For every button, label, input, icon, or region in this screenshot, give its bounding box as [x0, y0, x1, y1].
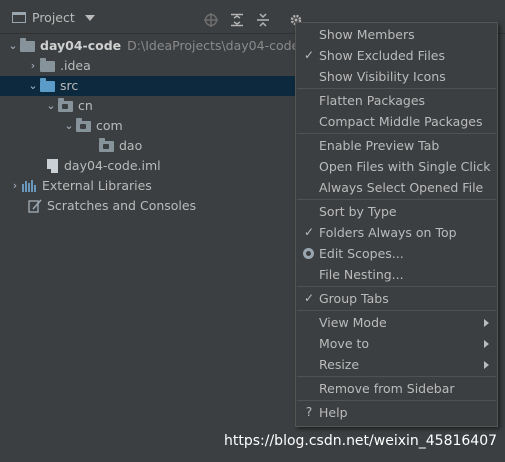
options-popup-menu: Show Members ✓ Show Excluded Files Show V… — [295, 22, 498, 427]
package-icon — [58, 97, 73, 112]
submenu-arrow-icon — [484, 361, 489, 369]
source-folder-icon — [40, 77, 55, 92]
submenu-arrow-icon — [484, 319, 489, 327]
chevron-down-icon[interactable]: ⌄ — [6, 36, 20, 56]
menu-separator — [297, 310, 496, 311]
menu-item-show-members[interactable]: Show Members — [296, 24, 497, 45]
iml-file-icon — [47, 159, 58, 173]
package-icon — [76, 117, 91, 132]
menu-separator — [297, 133, 496, 134]
menu-item-folders-on-top[interactable]: ✓ Folders Always on Top — [296, 222, 497, 243]
chevron-down-icon[interactable]: ⌄ — [26, 76, 40, 96]
menu-item-move-to[interactable]: Move to — [296, 333, 497, 354]
menu-item-remove-from-sidebar[interactable]: Remove from Sidebar — [296, 378, 497, 399]
menu-item-file-nesting[interactable]: File Nesting... — [296, 264, 497, 285]
tree-item-label: day04-code.iml — [64, 158, 161, 173]
tree-item-scratches[interactable]: Scratches and Consoles — [28, 196, 196, 216]
tree-item-idea[interactable]: › .idea — [26, 56, 91, 76]
package-icon — [99, 137, 114, 152]
module-path: D:\IdeaProjects\day04-code — [127, 38, 300, 53]
collapse-all-icon[interactable] — [256, 13, 270, 27]
menu-item-resize[interactable]: Resize — [296, 354, 497, 375]
menu-item-show-visibility-icons[interactable]: Show Visibility Icons — [296, 66, 497, 87]
target-icon[interactable] — [204, 13, 218, 27]
check-icon: ✓ — [303, 225, 315, 239]
scratches-icon — [28, 199, 42, 213]
menu-item-always-select-opened[interactable]: Always Select Opened File — [296, 177, 497, 198]
tree-item-label: Scratches and Consoles — [47, 198, 197, 213]
tree-item-label: src — [60, 78, 79, 93]
menu-separator — [297, 199, 496, 200]
tree-item-label: day04-code — [40, 38, 122, 53]
watermark-text: https://blog.csdn.net/weixin_45816407 — [224, 433, 498, 449]
menu-separator — [297, 88, 496, 89]
tree-item-label: cn — [78, 98, 93, 113]
menu-separator — [297, 400, 496, 401]
tree-item-label: com — [96, 118, 123, 133]
chevron-right-icon[interactable]: › — [8, 176, 22, 196]
submenu-arrow-icon — [484, 340, 489, 348]
tree-item-src[interactable]: ⌄ src — [0, 76, 296, 96]
menu-separator — [297, 376, 496, 377]
menu-item-help[interactable]: ? Help — [296, 402, 497, 423]
menu-item-edit-scopes[interactable]: Edit Scopes... — [296, 243, 497, 264]
check-icon: ✓ — [303, 48, 315, 62]
chevron-down-icon — [84, 14, 95, 21]
tree-item-com[interactable]: ⌄ com — [62, 116, 123, 136]
chevron-right-icon[interactable]: › — [26, 56, 40, 76]
menu-item-sort-by-type[interactable]: Sort by Type — [296, 201, 497, 222]
folder-icon — [40, 57, 55, 72]
tree-item-cn[interactable]: ⌄ cn — [44, 96, 93, 116]
menu-item-show-excluded-files[interactable]: ✓ Show Excluded Files — [296, 45, 497, 66]
project-view-selector[interactable]: Project — [12, 10, 95, 25]
menu-item-open-single-click[interactable]: Open Files with Single Click — [296, 156, 497, 177]
help-icon: ? — [305, 405, 313, 419]
tree-item-iml[interactable]: day04-code.iml — [47, 156, 161, 176]
libraries-icon — [22, 180, 37, 192]
tree-item-label: .idea — [60, 58, 91, 73]
menu-item-compact-middle-packages[interactable]: Compact Middle Packages — [296, 111, 497, 132]
menu-item-flatten-packages[interactable]: Flatten Packages — [296, 90, 497, 111]
menu-item-enable-preview-tab[interactable]: Enable Preview Tab — [296, 135, 497, 156]
tree-item-external-libraries[interactable]: › External Libraries — [8, 176, 152, 196]
check-icon: ✓ — [303, 291, 315, 305]
tree-item-module[interactable]: ⌄ day04-code D:\IdeaProjects\day04-code — [6, 36, 299, 56]
module-folder-icon — [20, 37, 35, 52]
menu-item-view-mode[interactable]: View Mode — [296, 312, 497, 333]
chevron-down-icon[interactable]: ⌄ — [62, 116, 76, 136]
radio-selected-icon — [303, 248, 314, 259]
menu-separator — [297, 286, 496, 287]
tree-item-label: External Libraries — [42, 178, 152, 193]
project-window-icon — [12, 12, 26, 23]
expand-all-icon[interactable] — [230, 13, 244, 27]
tree-item-label: dao — [119, 138, 143, 153]
project-title: Project — [32, 10, 75, 25]
tree-item-dao[interactable]: dao — [99, 136, 142, 156]
menu-item-group-tabs[interactable]: ✓ Group Tabs — [296, 288, 497, 309]
chevron-down-icon[interactable]: ⌄ — [44, 96, 58, 116]
